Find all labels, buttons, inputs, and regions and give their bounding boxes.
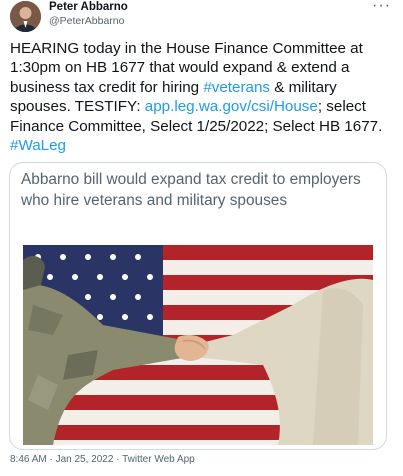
avatar[interactable] [10, 1, 41, 32]
tweet-timestamp[interactable]: 8:46 AM · Jan 25, 2022 · Twitter Web App [10, 454, 195, 465]
hashtag-link[interactable]: #veterans [203, 79, 270, 96]
card-image [23, 245, 373, 445]
card-title: Abbarno bill would expand tax credit to … [21, 171, 361, 209]
tweet-text: HEARING today in the House Finance Commi… [10, 39, 394, 155]
url-link[interactable]: app.leg.wa.gov/csi/House [145, 98, 318, 115]
hashtag-link[interactable]: #WaLeg [10, 137, 66, 154]
more-dots-icon[interactable]: ··· [372, 0, 391, 15]
author-handle[interactable]: @PeterAbbarno [49, 15, 124, 28]
author-name[interactable]: Peter Abbarno [49, 0, 128, 14]
link-preview-card[interactable]: Abbarno bill would expand tax credit to … [9, 162, 387, 450]
